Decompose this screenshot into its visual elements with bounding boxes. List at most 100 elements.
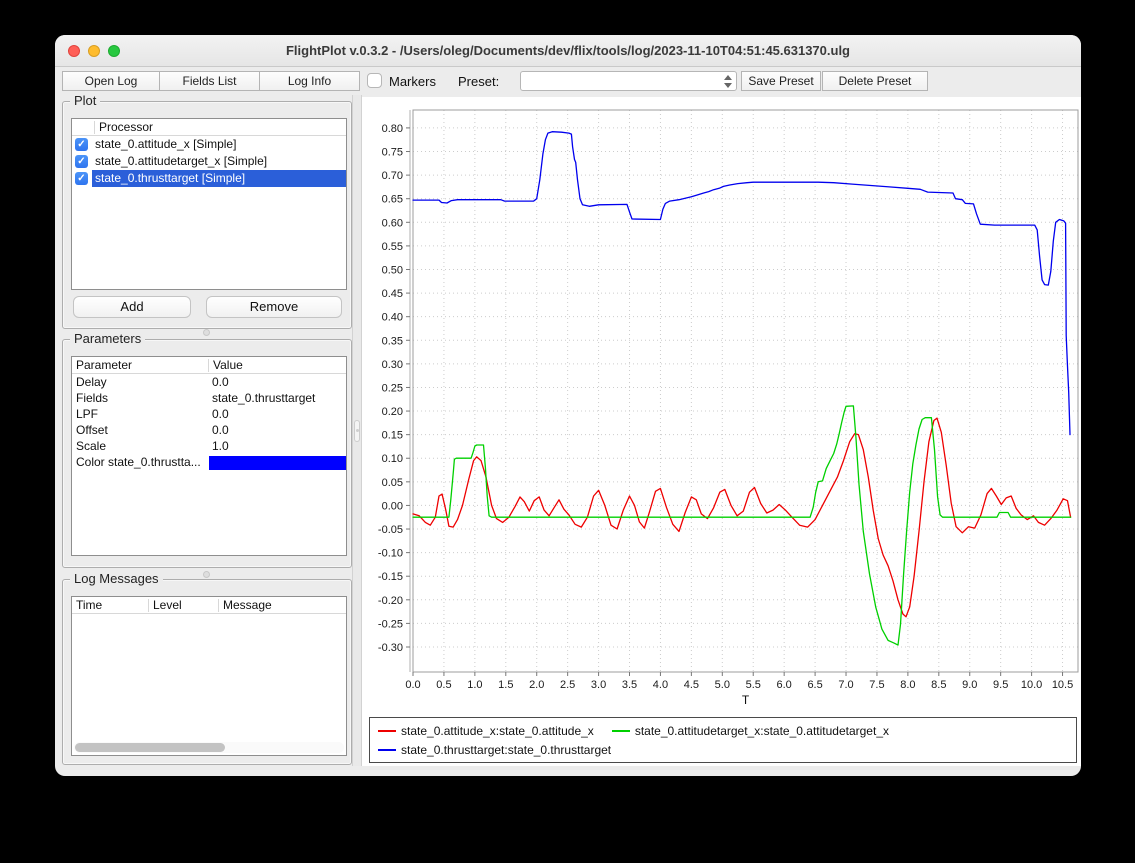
legend-item: state_0.thrusttarget:state_0.thrusttarge… — [378, 742, 611, 757]
parameter-name: Delay — [72, 375, 208, 389]
svg-text:3.5: 3.5 — [622, 679, 637, 691]
level-column-header: Level — [148, 599, 218, 612]
horizontal-scrollbar[interactable] — [74, 742, 344, 753]
markers-checkbox[interactable] — [367, 73, 382, 88]
value-column-header: Value — [208, 359, 346, 372]
delete-preset-button[interactable]: Delete Preset — [822, 71, 928, 91]
processor-column-header: Processor — [94, 121, 153, 134]
titlebar[interactable]: FlightPlot v.0.3.2 - /Users/oleg/Documen… — [55, 35, 1081, 67]
plot-group-title: Plot — [70, 93, 100, 108]
svg-text:2.0: 2.0 — [529, 679, 544, 691]
chart-panel: 0.00.51.01.52.02.53.03.54.04.55.05.56.06… — [362, 97, 1081, 766]
parameter-name: Fields — [72, 391, 208, 405]
svg-text:-0.20: -0.20 — [378, 595, 403, 607]
svg-text:0.75: 0.75 — [382, 147, 403, 159]
processor-checkbox[interactable]: ✓ — [75, 155, 88, 168]
legend-label: state_0.thrusttarget:state_0.thrusttarge… — [401, 743, 611, 757]
svg-text:10.0: 10.0 — [1021, 679, 1042, 691]
fields-list-button[interactable]: Fields List — [159, 71, 260, 91]
parameter-name: LPF — [72, 407, 208, 421]
svg-text:0.55: 0.55 — [382, 241, 403, 253]
processor-row[interactable]: ✓ state_0.attitudetarget_x [Simple] — [72, 153, 346, 170]
svg-text:0.25: 0.25 — [382, 382, 403, 394]
legend-label: state_0.attitudetarget_x:state_0.attitud… — [635, 724, 889, 738]
log-info-button[interactable]: Log Info — [259, 71, 360, 91]
parameter-value: 0.0 — [208, 375, 346, 389]
parameter-value: 1.0 — [208, 439, 346, 453]
preset-combobox[interactable] — [520, 71, 737, 91]
svg-text:6.0: 6.0 — [777, 679, 792, 691]
svg-text:9.5: 9.5 — [993, 679, 1008, 691]
parameter-name: Color state_0.thrustta... — [72, 455, 208, 469]
processor-checkbox[interactable]: ✓ — [75, 172, 88, 185]
svg-text:0.15: 0.15 — [382, 430, 403, 442]
parameter-row[interactable]: Color state_0.thrustta... — [72, 454, 346, 470]
plot-group: Plot Processor ✓state_0.attitude_x [Simp… — [62, 101, 352, 329]
scrollbar-thumb[interactable] — [75, 743, 225, 752]
svg-text:7.5: 7.5 — [869, 679, 884, 691]
svg-text:0.20: 0.20 — [382, 406, 403, 418]
svg-text:0.50: 0.50 — [382, 264, 403, 276]
parameter-value: 0.0 — [208, 407, 346, 421]
svg-text:3.0: 3.0 — [591, 679, 606, 691]
processor-checkbox[interactable]: ✓ — [75, 138, 88, 151]
combobox-stepper-icon[interactable] — [723, 75, 732, 88]
parameters-table-body: Delay0.0Fieldsstate_0.thrusttargetLPF0.0… — [72, 374, 346, 470]
svg-text:8.0: 8.0 — [900, 679, 915, 691]
splitter-handle-icon[interactable] — [203, 571, 210, 578]
svg-text:0.65: 0.65 — [382, 194, 403, 206]
svg-text:7.0: 7.0 — [838, 679, 853, 691]
processor-list-body: ✓ state_0.attitude_x [Simple] ✓ state_0.att… — [72, 136, 346, 187]
svg-text:10.5: 10.5 — [1052, 679, 1073, 691]
parameters-group-title: Parameters — [70, 331, 145, 346]
svg-text:-0.10: -0.10 — [378, 548, 403, 560]
flightplot-window: FlightPlot v.0.3.2 - /Users/oleg/Documen… — [55, 35, 1081, 776]
processor-row[interactable]: ✓ state_0.attitude_x [Simple] — [72, 136, 346, 153]
window-title: FlightPlot v.0.3.2 - /Users/oleg/Documen… — [55, 35, 1081, 67]
svg-text:1.5: 1.5 — [498, 679, 513, 691]
svg-text:5.5: 5.5 — [746, 679, 761, 691]
toolbar: Open Log Fields List Log Info Markers Pr… — [55, 68, 1081, 94]
svg-text:0.45: 0.45 — [382, 288, 403, 300]
svg-text:0.0: 0.0 — [405, 679, 420, 691]
splitter-grip-icon[interactable] — [354, 420, 360, 442]
remove-button[interactable]: Remove — [206, 296, 342, 318]
parameter-row[interactable]: Offset0.0 — [72, 422, 346, 438]
svg-text:6.5: 6.5 — [807, 679, 822, 691]
parameter-row[interactable]: Scale1.0 — [72, 438, 346, 454]
processor-label: state_0.attitude_x [Simple] — [92, 136, 239, 153]
log-messages-table[interactable]: Time Level Message — [71, 596, 347, 756]
vertical-splitter[interactable] — [352, 95, 362, 766]
color-swatch[interactable] — [209, 456, 347, 470]
svg-text:-0.30: -0.30 — [378, 642, 403, 654]
parameter-name: Offset — [72, 423, 208, 437]
legend-label: state_0.attitude_x:state_0.attitude_x — [401, 724, 594, 738]
legend-line-sample — [378, 730, 396, 732]
log-messages-group: Log Messages Time Level Message — [62, 579, 352, 765]
svg-text:9.0: 9.0 — [962, 679, 977, 691]
processor-list[interactable]: Processor ✓ state_0.attitude_x [Simple] ✓ s… — [71, 118, 347, 290]
parameter-row[interactable]: Delay0.0 — [72, 374, 346, 390]
svg-text:0.40: 0.40 — [382, 312, 403, 324]
svg-text:-0.05: -0.05 — [378, 524, 403, 536]
legend-line-sample — [378, 749, 396, 751]
processor-row[interactable]: ✓ state_0.thrusttarget [Simple] — [72, 170, 346, 187]
add-button[interactable]: Add — [73, 296, 191, 318]
splitter-handle-icon[interactable] — [203, 329, 210, 336]
svg-text:4.5: 4.5 — [684, 679, 699, 691]
parameter-value: 0.0 — [208, 423, 346, 437]
processor-label: state_0.thrusttarget [Simple] — [92, 170, 346, 187]
chart[interactable]: 0.00.51.01.52.02.53.03.54.04.55.05.56.06… — [362, 97, 1081, 715]
parameters-table[interactable]: Parameter Value Delay0.0Fieldsstate_0.th… — [71, 356, 347, 556]
parameter-row[interactable]: Fieldsstate_0.thrusttarget — [72, 390, 346, 406]
processor-label: state_0.attitudetarget_x [Simple] — [92, 153, 270, 170]
open-log-button[interactable]: Open Log — [62, 71, 160, 91]
svg-text:-0.15: -0.15 — [378, 571, 403, 583]
parameter-value: state_0.thrusttarget — [208, 391, 346, 405]
log-messages-group-title: Log Messages — [70, 571, 163, 586]
save-preset-button[interactable]: Save Preset — [741, 71, 821, 91]
svg-text:2.5: 2.5 — [560, 679, 575, 691]
parameter-row[interactable]: LPF0.0 — [72, 406, 346, 422]
svg-text:0.5: 0.5 — [436, 679, 451, 691]
preset-label: Preset: — [458, 74, 499, 89]
